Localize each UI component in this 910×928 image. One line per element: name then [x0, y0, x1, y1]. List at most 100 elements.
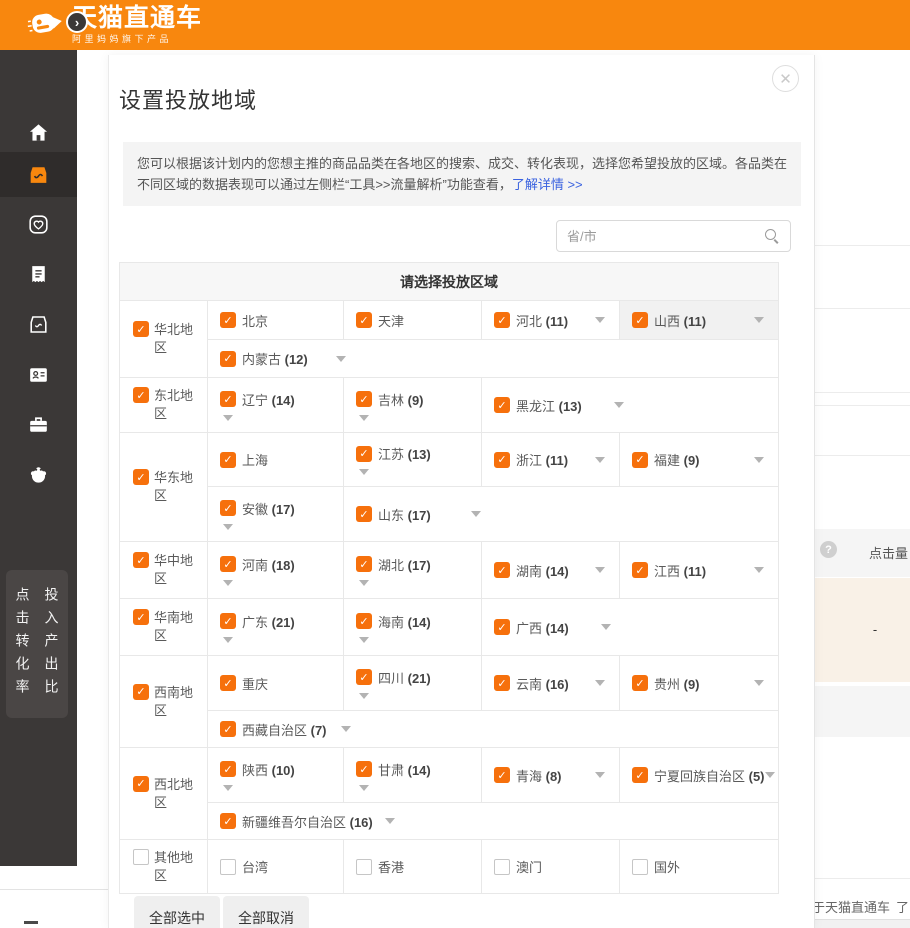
chevron-down-icon[interactable]: [359, 580, 369, 586]
province-cell[interactable]: 黑龙江 (13): [482, 378, 778, 432]
checkbox-checked[interactable]: [133, 552, 149, 568]
checkbox-checked[interactable]: [494, 675, 510, 691]
sidebar-item-reports[interactable]: [0, 252, 77, 297]
chevron-down-icon[interactable]: [754, 567, 764, 573]
checkbox-unchecked[interactable]: [220, 859, 236, 875]
province-cell[interactable]: 香港: [344, 840, 482, 893]
province-cell[interactable]: 国外: [620, 840, 778, 893]
checkbox-unchecked[interactable]: [133, 849, 149, 865]
checkbox-checked[interactable]: [220, 813, 236, 829]
checkbox-checked[interactable]: [494, 767, 510, 783]
chevron-down-icon[interactable]: [754, 317, 764, 323]
checkbox-checked[interactable]: [356, 506, 372, 522]
province-cell[interactable]: 甘肃 (14): [344, 748, 482, 802]
province-cell[interactable]: 上海: [208, 433, 344, 486]
chevron-down-icon[interactable]: [223, 415, 233, 421]
checkbox-checked[interactable]: [632, 452, 648, 468]
checkbox-unchecked[interactable]: [494, 859, 510, 875]
chevron-down-icon[interactable]: [595, 457, 605, 463]
checkbox-checked[interactable]: [220, 500, 236, 516]
province-cell[interactable]: 西藏自治区 (7): [208, 711, 778, 747]
checkbox-checked[interactable]: [220, 556, 236, 572]
province-cell[interactable]: 青海 (8): [482, 748, 620, 802]
province-cell[interactable]: 山西 (11): [620, 301, 778, 339]
sidebar-item-store[interactable]: [0, 302, 77, 347]
chevron-down-icon[interactable]: [359, 637, 369, 643]
province-cell[interactable]: 辽宁 (14): [208, 378, 344, 432]
sidebar-item-tools[interactable]: [0, 402, 77, 447]
sidebar-item-favorites[interactable]: [0, 202, 77, 247]
chevron-down-icon[interactable]: [595, 567, 605, 573]
province-cell[interactable]: 安徽 (17): [208, 487, 344, 541]
province-cell[interactable]: 宁夏回族自治区 (5): [620, 748, 778, 802]
province-cell[interactable]: 海南 (14): [344, 599, 482, 655]
province-cell[interactable]: 广东 (21): [208, 599, 344, 655]
province-cell[interactable]: 陕西 (10): [208, 748, 344, 802]
province-cell[interactable]: 广西 (14): [482, 599, 778, 655]
help-icon[interactable]: ?: [820, 541, 837, 558]
chevron-down-icon[interactable]: [341, 726, 351, 732]
chevron-down-icon[interactable]: [601, 624, 611, 630]
checkbox-checked[interactable]: [133, 469, 149, 485]
chevron-down-icon[interactable]: [336, 356, 346, 362]
checkbox-checked[interactable]: [220, 351, 236, 367]
province-cell[interactable]: 澳门: [482, 840, 620, 893]
province-cell[interactable]: 内蒙古 (12): [208, 340, 778, 377]
checkbox-checked[interactable]: [220, 613, 236, 629]
chevron-down-icon[interactable]: [471, 511, 481, 517]
checkbox-checked[interactable]: [632, 562, 648, 578]
chevron-down-icon[interactable]: [595, 317, 605, 323]
province-cell[interactable]: 湖南 (14): [482, 542, 620, 598]
province-cell[interactable]: 江苏 (13): [344, 433, 482, 486]
chevron-down-icon[interactable]: [595, 680, 605, 686]
checkbox-checked[interactable]: [133, 776, 149, 792]
chevron-down-icon[interactable]: [223, 785, 233, 791]
checkbox-checked[interactable]: [356, 391, 372, 407]
sidebar-item-campaign-active[interactable]: [0, 152, 77, 197]
brand-logo[interactable]: 天猫直通车 阿里妈妈旗下产品: [26, 4, 202, 46]
province-cell[interactable]: 四川 (21): [344, 656, 482, 710]
chevron-down-icon[interactable]: [359, 415, 369, 421]
chevron-down-icon[interactable]: [359, 693, 369, 699]
province-cell[interactable]: 北京: [208, 301, 344, 339]
checkbox-checked[interactable]: [133, 609, 149, 625]
checkbox-checked[interactable]: [220, 675, 236, 691]
province-cell[interactable]: 江西 (11): [620, 542, 778, 598]
checkbox-checked[interactable]: [494, 619, 510, 635]
chevron-down-icon[interactable]: [359, 785, 369, 791]
learn-more-link[interactable]: 了解详情 >>: [512, 177, 583, 192]
sidebar-collapse-button[interactable]: ›: [66, 11, 88, 33]
select-all-button[interactable]: 全部选中: [134, 896, 220, 928]
checkbox-checked[interactable]: [356, 669, 372, 685]
province-cell[interactable]: 重庆: [208, 656, 344, 710]
checkbox-checked[interactable]: [356, 556, 372, 572]
checkbox-checked[interactable]: [494, 562, 510, 578]
province-cell[interactable]: 云南 (16): [482, 656, 620, 710]
province-cell[interactable]: 福建 (9): [620, 433, 778, 486]
checkbox-checked[interactable]: [632, 312, 648, 328]
checkbox-checked[interactable]: [220, 721, 236, 737]
province-cell[interactable]: 山东 (17): [344, 487, 778, 541]
checkbox-checked[interactable]: [356, 446, 372, 462]
chevron-down-icon[interactable]: [754, 457, 764, 463]
checkbox-checked[interactable]: [220, 761, 236, 777]
chevron-down-icon[interactable]: [595, 772, 605, 778]
checkbox-checked[interactable]: [356, 761, 372, 777]
search-icon[interactable]: [764, 228, 780, 244]
chevron-down-icon[interactable]: [765, 772, 775, 778]
chevron-down-icon[interactable]: [223, 524, 233, 530]
chevron-down-icon[interactable]: [223, 580, 233, 586]
chevron-down-icon[interactable]: [223, 637, 233, 643]
checkbox-checked[interactable]: [632, 767, 648, 783]
province-cell[interactable]: 天津: [344, 301, 482, 339]
deselect-all-button[interactable]: 全部取消: [223, 896, 309, 928]
checkbox-checked[interactable]: [133, 684, 149, 700]
checkbox-checked[interactable]: [220, 312, 236, 328]
checkbox-checked[interactable]: [494, 312, 510, 328]
sidebar-item-home[interactable]: [0, 110, 77, 155]
checkbox-checked[interactable]: [133, 387, 149, 403]
province-cell[interactable]: 贵州 (9): [620, 656, 778, 710]
checkbox-checked[interactable]: [494, 452, 510, 468]
chevron-down-icon[interactable]: [754, 680, 764, 686]
province-cell[interactable]: 吉林 (9): [344, 378, 482, 432]
